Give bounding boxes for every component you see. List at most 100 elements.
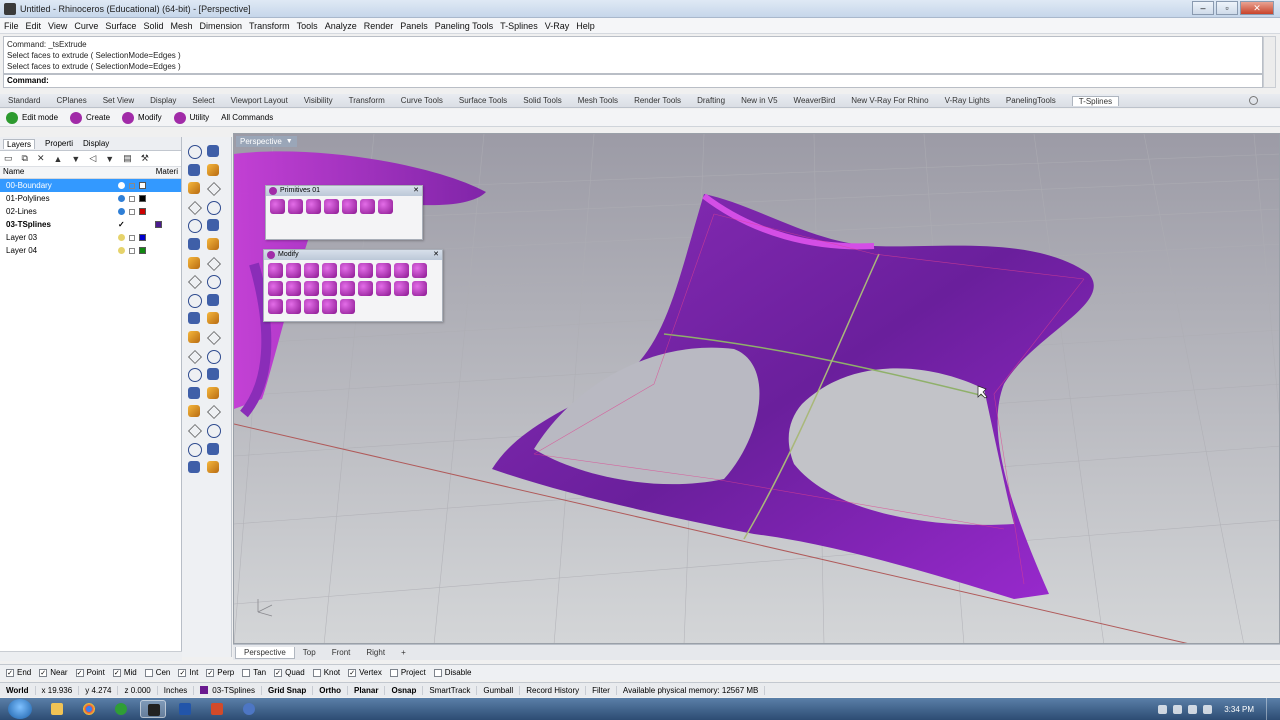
tool-button-icon[interactable] [205,199,221,215]
tab-drafting[interactable]: Drafting [697,96,725,105]
col-material[interactable]: Materi [156,167,178,178]
primitive-shape-icon[interactable] [342,199,357,214]
tool-button-icon[interactable] [186,459,202,475]
osnap-tan[interactable]: Tan [242,668,266,677]
modify-tool-icon[interactable] [358,281,373,296]
tab-weaverbird[interactable]: WeaverBird [794,96,836,105]
modify-tool-icon[interactable] [412,281,427,296]
osnap-quad[interactable]: ✓ Quad [274,668,305,677]
osnap-knot[interactable]: Knot [312,668,340,677]
tab-viewport-layout[interactable]: Viewport Layout [231,96,288,105]
tab-layers[interactable]: Layers [3,138,36,149]
units[interactable]: Inches [158,685,195,695]
layer-color-swatch[interactable] [139,182,146,189]
tool-button-icon[interactable] [186,292,202,308]
modify-tool-icon[interactable] [412,263,427,278]
network-icon[interactable] [1188,704,1198,714]
checkbox-icon[interactable] [389,668,398,677]
tool-button-icon[interactable] [205,329,221,345]
clock[interactable]: 3:34 PM [1224,705,1254,714]
menu-edit[interactable]: Edit [26,21,42,31]
menu-tsplines[interactable]: T-Splines [500,21,538,31]
tool-button-icon[interactable] [205,403,221,419]
modify-tool-icon[interactable] [286,263,301,278]
col-name[interactable]: Name [3,167,24,178]
app-icon[interactable] [236,700,262,718]
start-button-icon[interactable] [8,699,32,719]
tool-button-icon[interactable] [205,422,221,438]
osnap-disable[interactable]: Disable [433,668,471,677]
utility-button[interactable]: Utility [173,111,209,124]
tab-display[interactable]: Display [150,96,176,105]
tools-icon[interactable]: ⚒ [141,153,149,164]
tool-button-icon[interactable] [186,348,202,364]
edit-mode-button[interactable]: Edit mode [6,111,58,124]
lightbulb-icon[interactable] [118,182,125,189]
menu-file[interactable]: File [4,21,19,31]
tool-button-icon[interactable] [186,217,202,234]
move-up-icon[interactable]: ▲ [54,154,63,164]
planar-toggle[interactable]: Planar [348,685,386,695]
lightbulb-icon[interactable] [118,247,125,254]
tab-standard[interactable]: Standard [8,96,40,105]
modify-tool-icon[interactable] [304,263,319,278]
show-desktop-button[interactable] [1266,698,1274,720]
primitive-shape-icon[interactable] [288,199,303,214]
tool-button-icon[interactable] [186,310,202,326]
modify-tool-icon[interactable] [268,263,283,278]
checkbox-icon[interactable]: ✓ [274,668,283,677]
tab-visibility[interactable]: Visibility [304,96,333,105]
layer-options-icon[interactable]: ▤ [123,153,132,164]
tool-button-icon[interactable] [205,441,221,457]
tab-surface-tools[interactable]: Surface Tools [459,96,507,105]
maximize-icon[interactable]: ▫ [1216,1,1238,15]
rhino-taskbar-icon[interactable] [140,700,166,718]
viewport-title[interactable]: Perspective ▼ [236,136,297,147]
tool-button-icon[interactable] [186,441,202,457]
menu-paneling-tools[interactable]: Paneling Tools [435,21,493,31]
menu-curve[interactable]: Curve [74,21,98,31]
modify-tool-icon[interactable] [340,263,355,278]
layer-color-swatch[interactable] [139,247,146,254]
tab-mesh-tools[interactable]: Mesh Tools [578,96,618,105]
tab-curve-tools[interactable]: Curve Tools [401,96,443,105]
lightbulb-icon[interactable] [118,234,125,241]
checkbox-icon[interactable] [242,668,251,677]
tab-set-view[interactable]: Set View [103,96,134,105]
modify-tool-icon[interactable] [268,299,283,314]
modify-tool-icon[interactable] [376,263,391,278]
modify-tool-icon[interactable] [304,299,319,314]
checkbox-icon[interactable]: ✓ [178,668,187,677]
tab-perspective[interactable]: Perspective [235,646,295,659]
osnap-int[interactable]: ✓ Int [178,668,198,677]
tab-transform[interactable]: Transform [349,96,385,105]
tab-vray-lights[interactable]: V-Ray Lights [945,96,990,105]
tab-select[interactable]: Select [192,96,214,105]
menu-solid[interactable]: Solid [143,21,163,31]
tool-button-icon[interactable] [186,255,202,271]
filter-toggle[interactable]: Filter [586,685,617,695]
tab-top[interactable]: Top [295,647,324,658]
tool-button-icon[interactable] [205,162,221,178]
modify-tool-icon[interactable] [322,299,337,314]
modify-tool-icon[interactable] [268,281,283,296]
primitive-shape-icon[interactable] [378,199,393,214]
tab-new-vray[interactable]: New V-Ray For Rhino [851,96,928,105]
menu-view[interactable]: View [48,21,67,31]
tool-button-icon[interactable] [205,180,221,196]
osnap-toggle[interactable]: Osnap [385,685,424,695]
menu-render[interactable]: Render [364,21,394,31]
menu-analyze[interactable]: Analyze [325,21,357,31]
close-icon[interactable]: ✕ [1240,1,1274,15]
smarttrack-toggle[interactable]: SmartTrack [423,685,478,695]
lightbulb-icon[interactable] [118,195,125,202]
lock-icon[interactable] [129,247,135,254]
menu-help[interactable]: Help [576,21,595,31]
modify-tool-icon[interactable] [304,281,319,296]
layer-row[interactable]: 01-Polylines [0,192,181,205]
menu-panels[interactable]: Panels [400,21,428,31]
tab-properties[interactable]: Properti [45,139,73,148]
tab-right[interactable]: Right [358,647,393,658]
tray-icon[interactable] [1173,704,1183,714]
layer-row[interactable]: 02-Lines [0,205,181,218]
